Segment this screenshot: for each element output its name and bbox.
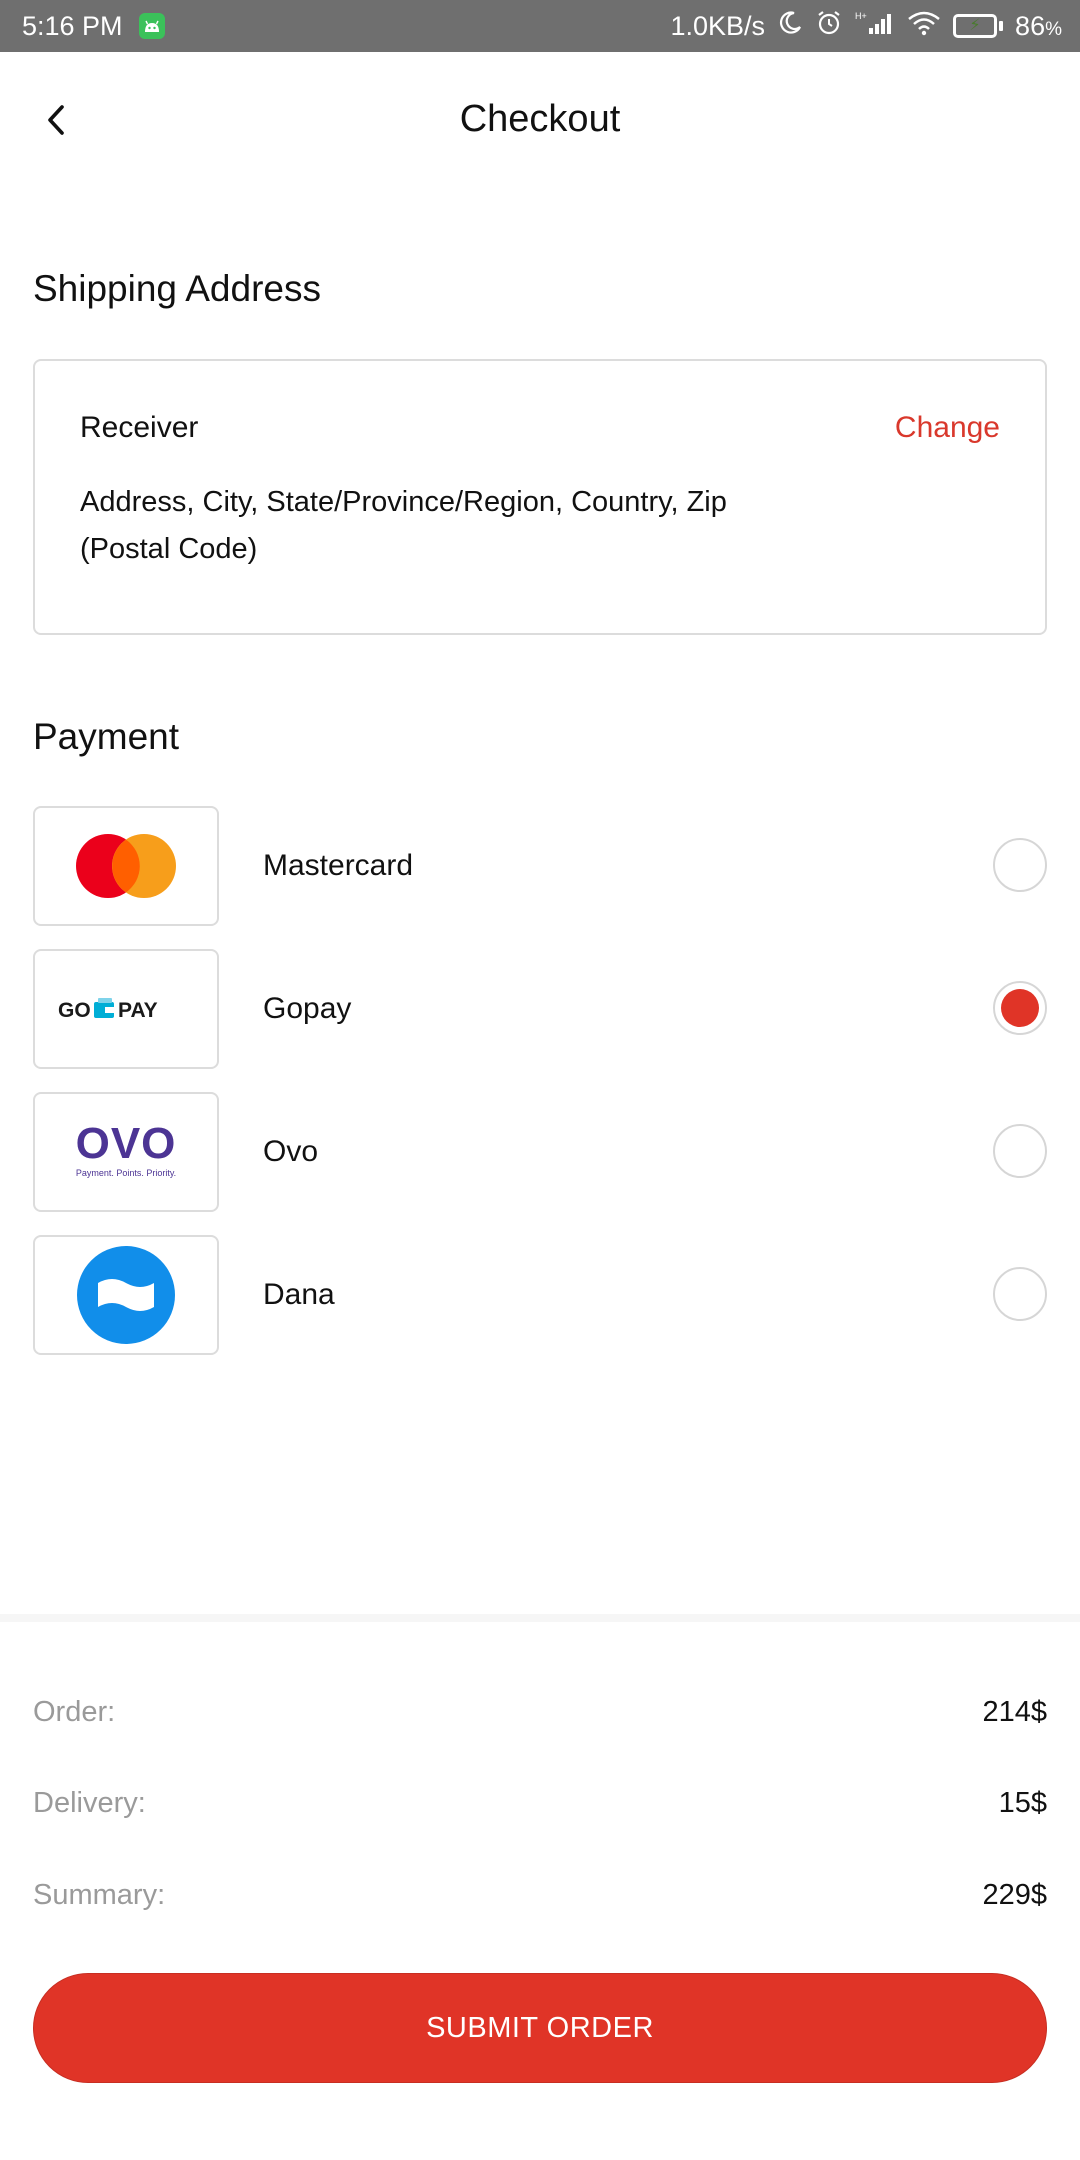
receiver-name: Receiver (80, 411, 199, 444)
mastercard-logo (33, 806, 219, 926)
payment-option-ovo[interactable]: OVO Payment. Points. Priority. Ovo (33, 1092, 1047, 1212)
page-title: Checkout (459, 98, 621, 140)
summary-value: 229$ (982, 1878, 1047, 1911)
app-header: Checkout (0, 52, 1080, 192)
change-address-link[interactable]: Change (895, 411, 1000, 445)
order-value: 214$ (982, 1695, 1047, 1728)
radio-button-selected[interactable] (993, 981, 1047, 1035)
shipping-section-title: Shipping Address (33, 268, 321, 309)
payment-section-title: Payment (33, 716, 180, 757)
gopay-logo-text-left: GO (58, 999, 91, 1022)
summary-label: Summary: (33, 1878, 166, 1911)
payment-label: Gopay (263, 992, 352, 1025)
wifi-icon (907, 10, 941, 43)
status-time: 5:16 PM (22, 10, 123, 41)
gopay-logo: GO PAY (33, 949, 219, 1069)
delivery-value: 15$ (998, 1786, 1047, 1819)
svg-text:H+: H+ (855, 11, 867, 21)
address-text: Address, City, State/Province/Region, Co… (80, 486, 727, 565)
network-speed: 1.0KB/s (670, 10, 766, 41)
battery-percentage: 86% (1015, 10, 1062, 41)
delivery-row: Delivery: 15$ (33, 1783, 1047, 1823)
alarm-icon (815, 9, 843, 44)
status-bar: 5:16 PM 1.0KB/s H+ ⚡ 86% (0, 0, 1080, 52)
submit-order-button[interactable]: SUBMIT ORDER (33, 1973, 1047, 2083)
ovo-logo-text: OVO (76, 1120, 177, 1168)
ovo-logo-tagline: Payment. Points. Priority. (76, 1168, 176, 1178)
moon-icon (777, 10, 803, 43)
signal-icon: H+ (855, 10, 895, 43)
order-row: Order: 214$ (33, 1692, 1047, 1732)
summary-row: Summary: 229$ (33, 1875, 1047, 1915)
gopay-logo-text-right: PAY (118, 999, 158, 1022)
radio-button[interactable] (993, 1124, 1047, 1178)
ovo-logo: OVO Payment. Points. Priority. (33, 1092, 219, 1212)
payment-option-dana[interactable]: Dana (33, 1235, 1047, 1355)
payment-option-gopay[interactable]: GO PAY Gopay (33, 949, 1047, 1069)
payment-label: Dana (263, 1278, 335, 1311)
battery-icon: ⚡ (953, 14, 1004, 38)
payment-option-mastercard[interactable]: Mastercard (33, 806, 1047, 926)
payment-label: Ovo (263, 1135, 319, 1168)
radio-button[interactable] (993, 838, 1047, 892)
payment-options-list: Mastercard GO PAY Gopay OVO Payment. Poi… (33, 806, 1047, 1378)
order-label: Order: (33, 1695, 116, 1728)
android-notification-icon (138, 13, 165, 39)
address-card: Receiver Change Address, City, State/Pro… (33, 359, 1047, 635)
payment-label: Mastercard (263, 849, 414, 882)
dana-logo (33, 1235, 219, 1355)
delivery-label: Delivery: (33, 1786, 146, 1819)
radio-button[interactable] (993, 1267, 1047, 1321)
